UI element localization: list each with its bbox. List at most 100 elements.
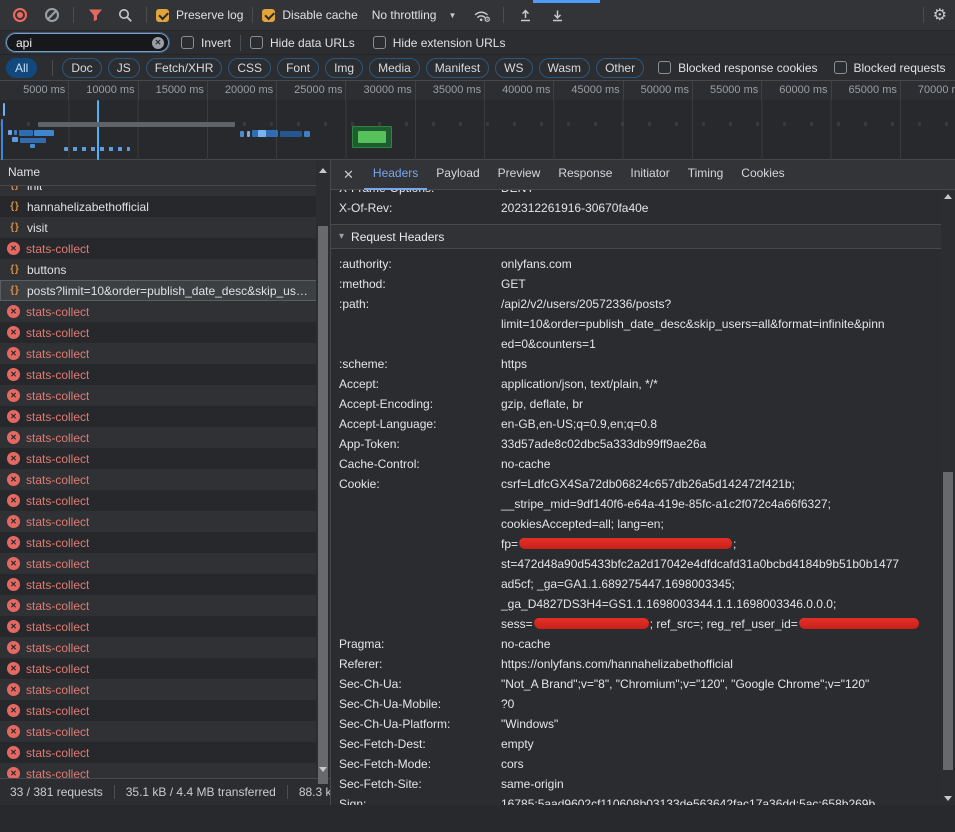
separator: [114, 785, 115, 799]
settings-gear-icon[interactable]: ⚙: [933, 5, 947, 25]
filter-pill-js[interactable]: JS: [108, 58, 140, 78]
request-row-stats-collect[interactable]: ✕stats-collect: [0, 322, 330, 343]
blocked-requests-checkbox[interactable]: [834, 61, 847, 74]
request-name: stats-collect: [26, 683, 89, 697]
search-button[interactable]: [113, 3, 137, 27]
request-row-stats-collect[interactable]: ✕stats-collect: [0, 553, 330, 574]
active-tab-indicator: [533, 0, 600, 3]
network-overview[interactable]: 5000 ms10000 ms15000 ms20000 ms25000 ms3…: [0, 81, 955, 160]
import-har-button[interactable]: [513, 3, 537, 27]
request-row-stats-collect[interactable]: ✕stats-collect: [0, 238, 330, 259]
request-row-stats-collect[interactable]: ✕stats-collect: [0, 490, 330, 511]
filter-pill-doc[interactable]: Doc: [62, 58, 101, 78]
filter-pill-media[interactable]: Media: [369, 58, 420, 78]
tab-payload[interactable]: Payload: [427, 160, 488, 190]
throttling-select[interactable]: No throttling▼: [372, 8, 457, 22]
scrollbar-thumb[interactable]: [318, 226, 328, 784]
request-row-stats-collect[interactable]: ✕stats-collect: [0, 343, 330, 364]
details-scrollbar[interactable]: [941, 190, 955, 805]
request-row-stats-collect[interactable]: ✕stats-collect: [0, 637, 330, 658]
filter-pill-all[interactable]: All: [6, 58, 37, 78]
request-row-stats-collect[interactable]: ✕stats-collect: [0, 616, 330, 637]
scroll-down-icon[interactable]: [319, 767, 327, 772]
request-row-stats-collect[interactable]: ✕stats-collect: [0, 385, 330, 406]
request-row-hannahelizabethofficial[interactable]: { }hannahelizabethofficial: [0, 196, 330, 217]
blocked-requests-label: Blocked requests: [854, 61, 946, 75]
filter-pill-fetch-xhr[interactable]: Fetch/XHR: [146, 58, 223, 78]
record-network-log-button[interactable]: [8, 3, 32, 27]
request-row-stats-collect[interactable]: ✕stats-collect: [0, 364, 330, 385]
invert-label: Invert: [201, 36, 231, 50]
scroll-up-icon[interactable]: [319, 168, 327, 173]
request-row-stats-collect[interactable]: ✕stats-collect: [0, 742, 330, 763]
hide-extension-urls-checkbox[interactable]: [373, 36, 386, 49]
filter-button[interactable]: [83, 3, 107, 27]
filter-pill-other[interactable]: Other: [596, 58, 644, 78]
request-row-stats-collect[interactable]: ✕stats-collect: [0, 721, 330, 742]
invert-checkbox[interactable]: [181, 36, 194, 49]
hide-extension-urls-toggle[interactable]: Hide extension URLs: [373, 36, 506, 50]
tab-timing[interactable]: Timing: [679, 160, 733, 190]
preserve-log-checkbox[interactable]: [156, 9, 169, 22]
disable-cache-label: Disable cache: [282, 8, 357, 22]
request-row-posts-limit-10-order-publish-d[interactable]: { }posts?limit=10&order=publish_date_des…: [0, 280, 330, 301]
tab-initiator[interactable]: Initiator: [621, 160, 678, 190]
preserve-log-toggle[interactable]: Preserve log: [156, 8, 243, 22]
network-conditions-button[interactable]: [470, 3, 494, 27]
request-row-visit[interactable]: { }visit: [0, 217, 330, 238]
request-row-stats-collect[interactable]: ✕stats-collect: [0, 595, 330, 616]
filter-pill-ws[interactable]: WS: [495, 58, 532, 78]
disable-cache-toggle[interactable]: Disable cache: [262, 8, 357, 22]
request-row-stats-collect[interactable]: ✕stats-collect: [0, 532, 330, 553]
request-row-stats-collect[interactable]: ✕stats-collect: [0, 679, 330, 700]
hide-data-urls-checkbox[interactable]: [250, 36, 263, 49]
request-row-stats-collect[interactable]: ✕stats-collect: [0, 658, 330, 679]
json-resource-icon: { }: [7, 264, 21, 275]
tab-response[interactable]: Response: [549, 160, 621, 190]
filter-pill-css[interactable]: CSS: [228, 58, 271, 78]
blocked-response-cookies-checkbox[interactable]: [658, 61, 671, 74]
disable-cache-checkbox[interactable]: [262, 9, 275, 22]
clear-filter-icon[interactable]: ✕: [152, 37, 164, 49]
scroll-down-icon[interactable]: [944, 796, 952, 801]
blocked-requests-toggle[interactable]: Blocked requests: [834, 61, 946, 75]
request-row-stats-collect[interactable]: ✕stats-collect: [0, 763, 330, 778]
clear-network-log-button[interactable]: [40, 3, 64, 27]
timeline-tick: 70000 ms: [901, 81, 955, 100]
header-value: DENY: [501, 190, 941, 198]
request-row-stats-collect[interactable]: ✕stats-collect: [0, 574, 330, 595]
tab-preview[interactable]: Preview: [489, 160, 550, 190]
request-row-stats-collect[interactable]: ✕stats-collect: [0, 301, 330, 322]
scrollbar-thumb[interactable]: [943, 472, 953, 770]
request-row-stats-collect[interactable]: ✕stats-collect: [0, 406, 330, 427]
blocked-request-icon: ✕: [7, 557, 20, 570]
export-har-button[interactable]: [545, 3, 569, 27]
overview-waterfall[interactable]: [0, 100, 955, 160]
request-headers-section-header[interactable]: ▾ Request Headers: [331, 225, 955, 249]
request-row-stats-collect[interactable]: ✕stats-collect: [0, 700, 330, 721]
filter-input[interactable]: [6, 33, 169, 52]
filter-pill-manifest[interactable]: Manifest: [426, 58, 489, 78]
request-row-stats-collect[interactable]: ✕stats-collect: [0, 469, 330, 490]
request-name: stats-collect: [26, 641, 89, 655]
range-handle[interactable]: [3, 103, 5, 116]
tab-cookies[interactable]: Cookies: [732, 160, 793, 190]
blocked-response-cookies-toggle[interactable]: Blocked response cookies: [658, 61, 817, 75]
request-name: stats-collect: [26, 473, 89, 487]
request-list-scrollbar[interactable]: [316, 160, 330, 778]
request-row-stats-collect[interactable]: ✕stats-collect: [0, 427, 330, 448]
request-row-stats-collect[interactable]: ✕stats-collect: [0, 448, 330, 469]
hide-data-urls-toggle[interactable]: Hide data URLs: [250, 36, 355, 50]
scroll-up-icon[interactable]: [944, 194, 952, 199]
close-icon[interactable]: ✕: [343, 167, 354, 183]
name-column-header[interactable]: Name: [0, 160, 330, 186]
blocked-request-icon: ✕: [7, 368, 20, 381]
request-row-init[interactable]: { }init: [0, 186, 330, 196]
filter-pill-font[interactable]: Font: [277, 58, 319, 78]
request-row-buttons[interactable]: { }buttons: [0, 259, 330, 280]
tab-headers[interactable]: Headers: [364, 160, 427, 190]
filter-pill-img[interactable]: Img: [325, 58, 363, 78]
invert-toggle[interactable]: Invert: [181, 36, 231, 50]
filter-pill-wasm[interactable]: Wasm: [539, 58, 591, 78]
request-row-stats-collect[interactable]: ✕stats-collect: [0, 511, 330, 532]
